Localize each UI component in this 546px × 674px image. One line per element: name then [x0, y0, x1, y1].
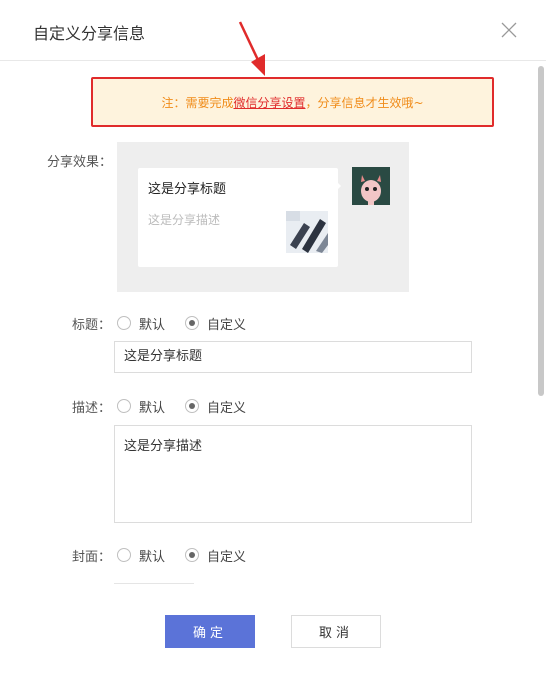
desc-custom-option[interactable]: 自定义: [207, 397, 246, 416]
desc-label: 描述：: [72, 401, 112, 416]
preview-label: 分享效果：: [47, 155, 113, 170]
title-label: 标题：: [72, 318, 112, 333]
desc-custom-radio[interactable]: [185, 399, 199, 413]
title-custom-radio[interactable]: [185, 316, 199, 330]
desc-default-radio[interactable]: [117, 399, 131, 413]
cancel-button[interactable]: 取消: [291, 615, 381, 648]
cover-custom-option[interactable]: 自定义: [207, 546, 246, 565]
dialog-header: 自定义分享信息: [0, 0, 546, 61]
share-card-desc: 这是分享描述: [148, 213, 221, 227]
scrollbar-thumb[interactable]: [538, 66, 544, 396]
cover-label: 封面：: [72, 550, 112, 565]
desc-default-option[interactable]: 默认: [139, 397, 165, 416]
notice-banner: 注：需要完成 微信分享设置 ，分享信息才生效哦~: [91, 77, 494, 127]
title-custom-option[interactable]: 自定义: [207, 314, 246, 333]
cover-default-option[interactable]: 默认: [139, 546, 165, 565]
share-settings-dialog: 自定义分享信息 注：需要完成 微信分享设置 ，分享信息才生效哦~ 分享效果： 这是分…: [0, 0, 546, 674]
dialog-title: 自定义分享信息: [33, 24, 146, 43]
share-card-thumbnail: [286, 211, 328, 253]
share-card-tail: [335, 180, 341, 192]
title-default-option[interactable]: 默认: [139, 314, 165, 333]
close-icon[interactable]: [499, 20, 519, 40]
cover-default-radio[interactable]: [117, 548, 131, 562]
cover-upload-area[interactable]: [114, 583, 194, 584]
desc-textarea[interactable]: 这是分享描述: [114, 425, 472, 523]
annotation-arrow-icon: [238, 21, 265, 76]
title-default-radio[interactable]: [117, 316, 131, 330]
confirm-button[interactable]: 确定: [165, 615, 255, 648]
wechat-share-settings-link[interactable]: 微信分享设置: [233, 94, 305, 111]
cover-custom-radio[interactable]: [185, 548, 199, 562]
notice-prefix: 注：需要完成: [161, 95, 234, 110]
notice-suffix: ，分享信息才生效哦~: [305, 95, 424, 110]
title-input[interactable]: 这是分享标题: [114, 341, 472, 373]
share-card-title: 这是分享标题: [148, 182, 227, 197]
user-avatar: [352, 167, 390, 205]
